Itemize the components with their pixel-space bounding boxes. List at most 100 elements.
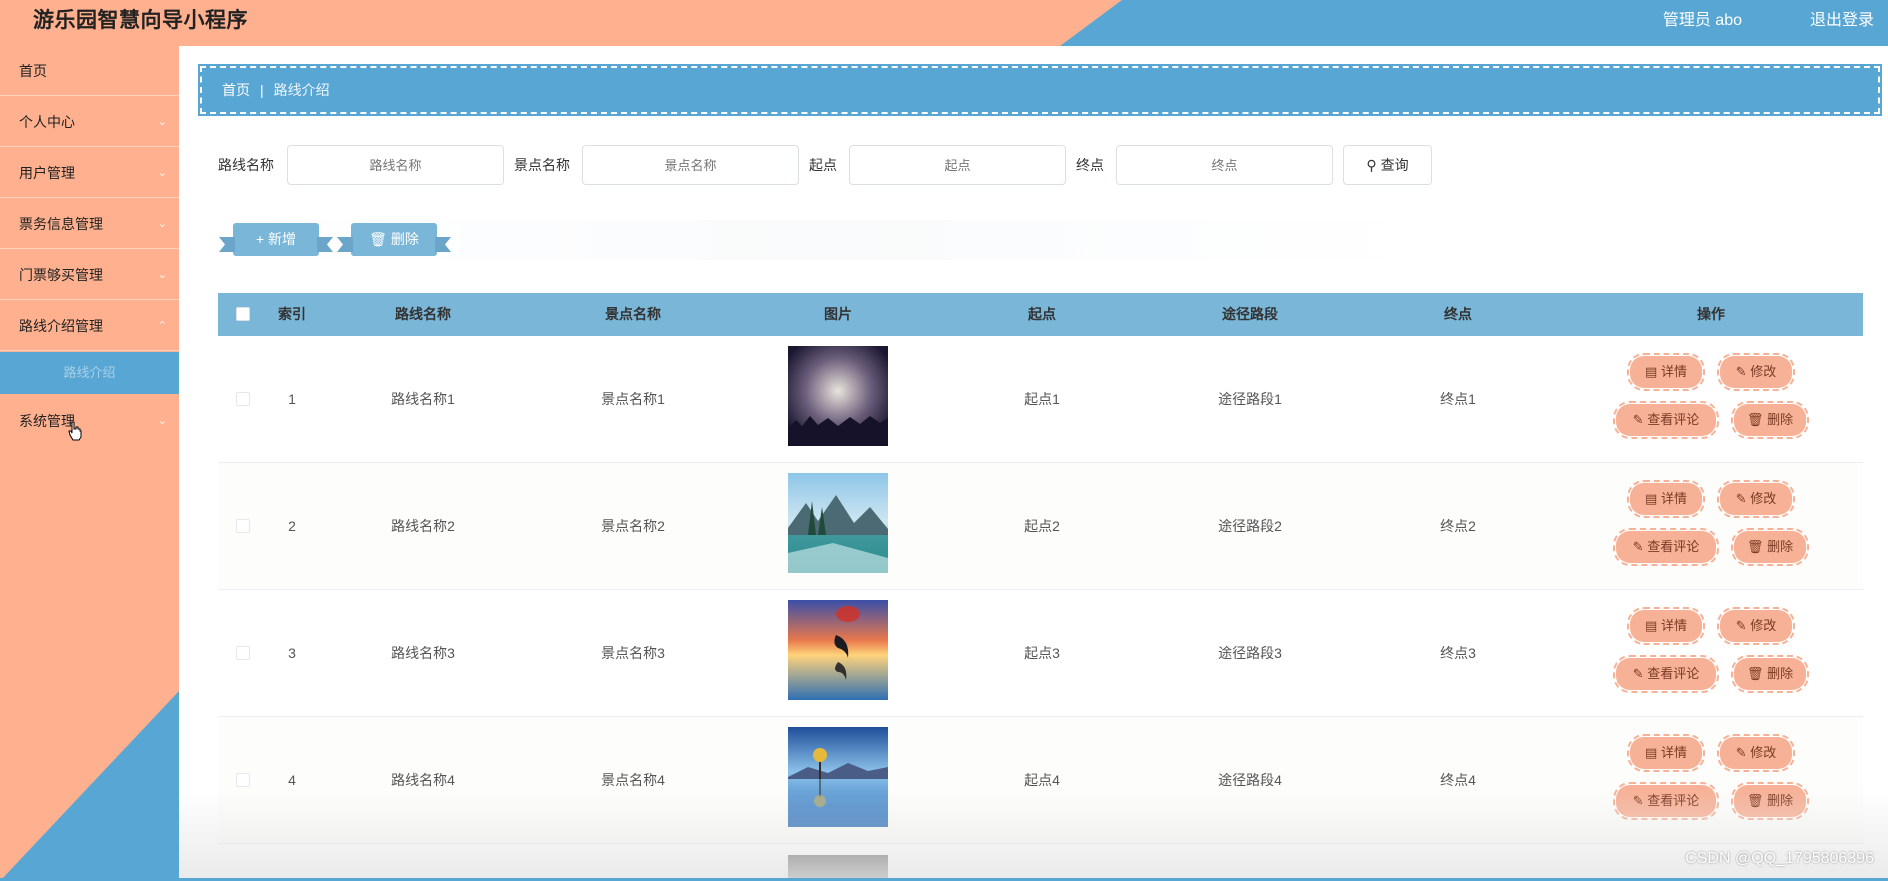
column-header-actions: 操作 [1697,306,1725,322]
detail-button[interactable]: ▤ 详情 [1627,353,1705,391]
search-icon: ⚲ [1366,157,1377,173]
sidebar-corner-decoration [0,691,179,881]
current-user-label: 管理员 abo [1662,12,1742,29]
sidebar-item-route-management[interactable]: 路线介绍管理 ⌃ [0,301,179,351]
start-label: 起点 [809,157,837,173]
detail-button[interactable]: ▤ 详情 [1627,480,1705,518]
detail-button-label: 详情 [1660,491,1687,506]
sidebar-item-user-management[interactable]: 用户管理 ⌄ [0,148,179,198]
pencil-icon: ✎ [1735,364,1747,379]
pencil-icon: ✎ [1632,793,1644,808]
breadcrumb-home[interactable]: 首页 [222,82,250,98]
row-checkbox[interactable] [236,392,250,406]
spot-name-input[interactable] [582,145,799,185]
edit-button[interactable]: ✎ 修改 [1717,734,1795,772]
end-input[interactable] [1116,145,1333,185]
trash-icon: 🗑 [369,231,387,247]
pencil-icon: ✎ [1632,412,1644,427]
row-checkbox[interactable] [236,646,250,660]
delete-row-button[interactable]: 🗑 删除 [1731,401,1809,439]
row-checkbox[interactable] [236,773,250,787]
hand-cursor-icon [68,421,82,441]
column-header-via: 途径路段 [1222,306,1278,322]
detail-button[interactable]: ▤ 详情 [1627,734,1705,772]
route-name-input[interactable] [287,145,504,185]
view-comments-button[interactable]: ✎ 查看评论 [1613,528,1719,566]
column-header-spot: 景点名称 [605,306,661,322]
batch-delete-button[interactable]: 🗑 删除 [337,223,437,256]
action-bar: + 新增 🗑 删除 [218,220,1438,260]
view-comments-button-label: 查看评论 [1647,539,1700,554]
sidebar-item-ticket-purchase[interactable]: 门票够买管理 ⌄ [0,250,179,300]
view-comments-button-label: 查看评论 [1647,412,1700,427]
ribbon-right-decoration [435,237,451,252]
detail-button-label: 详情 [1660,745,1687,760]
view-comments-button-label: 查看评论 [1647,666,1700,681]
sidebar-subitem-route-intro[interactable]: 路线介绍 [0,352,179,394]
column-header-index: 索引 [278,306,306,322]
edit-button[interactable]: ✎ 修改 [1717,353,1795,391]
edit-button[interactable]: ✎ 修改 [1717,480,1795,518]
detail-button[interactable]: ▤ 详情 [1627,607,1705,645]
select-all-checkbox[interactable] [236,307,250,321]
sidebar-item-label: 路线介绍管理 [19,318,103,334]
chevron-down-icon: ⌄ [157,415,167,427]
sidebar-item-system-management[interactable]: 系统管理 ⌄ [0,396,179,446]
document-icon: ▤ [1645,491,1658,506]
add-button[interactable]: + 新增 [219,223,319,256]
search-button[interactable]: ⚲ 查询 [1343,145,1432,185]
cell-end: 终点3 [1440,645,1476,661]
delete-row-button-label: 删除 [1767,666,1794,681]
cell-spot: 景点名称2 [601,518,665,534]
pencil-icon: ✎ [1735,618,1747,633]
column-header-start: 起点 [1028,306,1056,322]
edit-button-label: 修改 [1750,618,1777,633]
start-input[interactable] [849,145,1066,185]
view-comments-button-label: 查看评论 [1647,793,1700,808]
cell-route: 路线名称1 [391,391,455,407]
sidebar-item-personal-center[interactable]: 个人中心 ⌄ [0,97,179,147]
edit-button[interactable]: ✎ 修改 [1717,607,1795,645]
night-mist-thumbnail [788,346,888,446]
cell-start: 起点2 [1024,518,1060,534]
ribbon-right-decoration [317,237,333,252]
delete-row-button[interactable]: 🗑 删除 [1731,528,1809,566]
mountain-lake-thumbnail [788,473,888,573]
view-comments-button[interactable]: ✎ 查看评论 [1613,782,1719,820]
cell-start: 起点3 [1024,645,1060,661]
breadcrumb-separator: | [260,82,264,98]
detail-button-label: 详情 [1660,364,1687,379]
cell-start: 起点4 [1024,772,1060,788]
trash-icon: 🗑 [1746,666,1764,681]
sidebar: 首页 个人中心 ⌄ 用户管理 ⌄ 票务信息管理 ⌄ 门票够买管理 ⌄ 路线介绍管… [0,46,179,881]
view-comments-button[interactable]: ✎ 查看评论 [1613,401,1719,439]
sidebar-item-label: 首页 [19,63,47,79]
sidebar-item-ticket-info[interactable]: 票务信息管理 ⌄ [0,199,179,249]
edit-button-label: 修改 [1750,745,1777,760]
document-icon: ▤ [1645,618,1658,633]
delete-row-button[interactable]: 🗑 删除 [1731,655,1809,693]
ribbon-left-decoration [337,237,353,252]
sidebar-item-label: 票务信息管理 [19,216,103,232]
row-checkbox[interactable] [236,519,250,533]
pencil-icon: ✎ [1632,666,1644,681]
cell-end: 终点2 [1440,518,1476,534]
breadcrumb: 首页 | 路线介绍 [198,64,1882,116]
pencil-icon: ✎ [1735,745,1747,760]
delete-row-button-label: 删除 [1767,793,1794,808]
delete-row-button[interactable]: 🗑 删除 [1731,782,1809,820]
view-comments-button[interactable]: ✎ 查看评论 [1613,655,1719,693]
plus-icon: + [255,231,265,247]
logout-link[interactable]: 退出登录 [1810,6,1874,30]
cell-via: 途径路段2 [1218,518,1282,534]
column-header-end: 终点 [1444,306,1472,322]
cell-spot: 景点名称1 [601,391,665,407]
cell-via: 途径路段4 [1218,772,1282,788]
cell-route: 路线名称2 [391,518,455,534]
top-bar-accent [0,0,1122,46]
chevron-down-icon: ⌄ [157,218,167,230]
search-button-label: 查询 [1380,157,1409,173]
column-header-route: 路线名称 [395,306,451,322]
edit-button-label: 修改 [1750,364,1777,379]
sidebar-item-home[interactable]: 首页 [0,46,179,96]
